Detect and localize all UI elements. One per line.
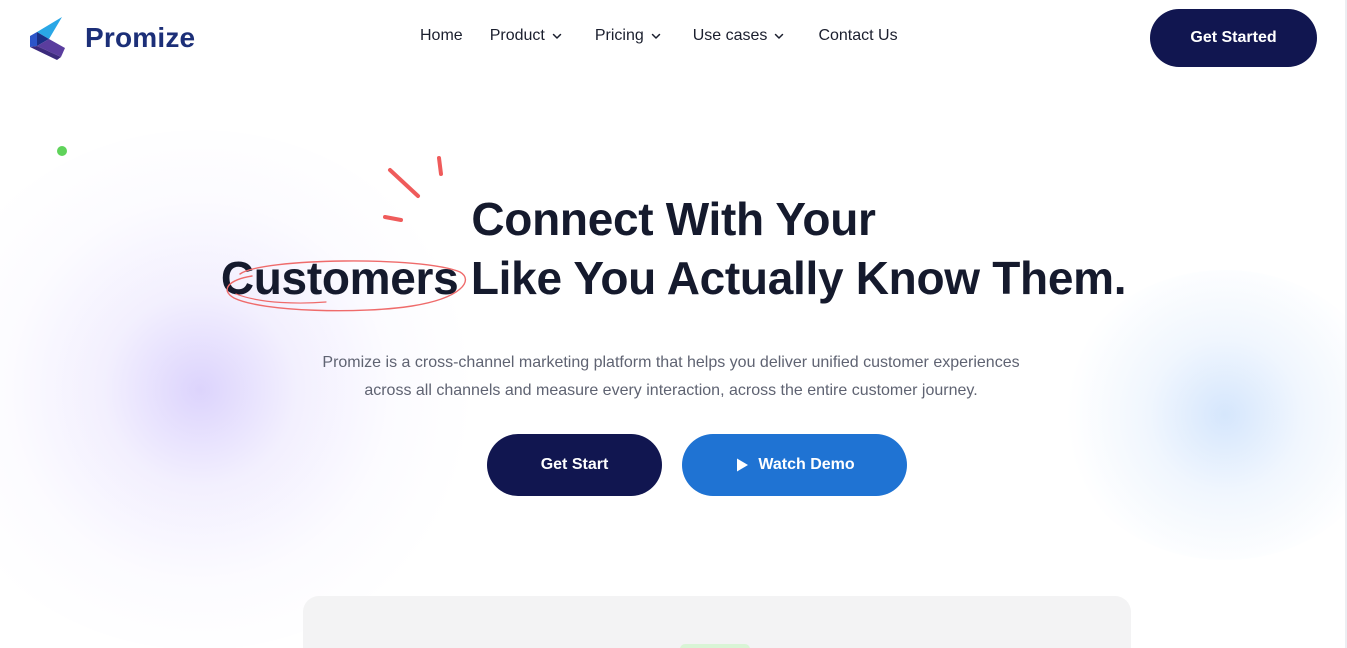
chevron-down-icon bbox=[775, 33, 784, 39]
hero-subtitle: Promize is a cross-channel marketing pla… bbox=[271, 349, 1071, 405]
nav-item-pricing[interactable]: Pricing bbox=[595, 27, 662, 45]
hero-title-line-2: Customers Like You Actually Know Them. bbox=[220, 252, 1127, 304]
chevron-down-icon bbox=[552, 33, 562, 39]
site-header: Promize Home Product Pricing Use cases C… bbox=[0, 0, 1347, 78]
nav-item-product[interactable]: Product bbox=[490, 27, 563, 45]
nav-item-contact-us[interactable]: Contact Us bbox=[818, 27, 897, 45]
preview-badge bbox=[680, 644, 750, 648]
nav-item-label: Pricing bbox=[594, 27, 644, 44]
get-started-button[interactable]: Get Started bbox=[1150, 9, 1317, 67]
watch-demo-button[interactable]: Watch Demo bbox=[682, 434, 907, 496]
scribble-circle-icon bbox=[226, 260, 466, 312]
product-preview-card bbox=[303, 596, 1131, 648]
get-start-button[interactable]: Get Start bbox=[487, 434, 662, 496]
nav-item-use-cases[interactable]: Use cases bbox=[693, 27, 786, 45]
watch-demo-label: Watch Demo bbox=[758, 456, 855, 473]
decorative-dot bbox=[57, 146, 67, 156]
hero-title: Connect With Your Customers Like You Act… bbox=[0, 190, 1347, 308]
main-nav: Home Product Pricing Use cases Contact U… bbox=[420, 27, 898, 45]
nav-item-label: Use cases bbox=[692, 27, 768, 44]
background-glow-right bbox=[1060, 270, 1347, 560]
play-icon bbox=[737, 458, 749, 472]
hero-subtitle-line-1: Promize is a cross-channel marketing pla… bbox=[322, 354, 1020, 371]
brand-name: Promize bbox=[85, 22, 196, 53]
logo-mark-icon bbox=[30, 17, 65, 60]
nav-item-label: Home bbox=[420, 27, 463, 44]
nav-item-label: Contact Us bbox=[818, 27, 898, 44]
brand-logo[interactable]: Promize bbox=[29, 15, 195, 61]
chevron-down-icon bbox=[651, 33, 660, 39]
nav-item-label: Product bbox=[489, 27, 545, 44]
hero-title-line-1: Connect With Your bbox=[471, 193, 876, 245]
landing-page: Promize Home Product Pricing Use cases C… bbox=[0, 0, 1347, 648]
nav-item-home[interactable]: Home bbox=[420, 27, 463, 45]
hero-subtitle-line-2: across all channels and measure every in… bbox=[364, 382, 978, 399]
